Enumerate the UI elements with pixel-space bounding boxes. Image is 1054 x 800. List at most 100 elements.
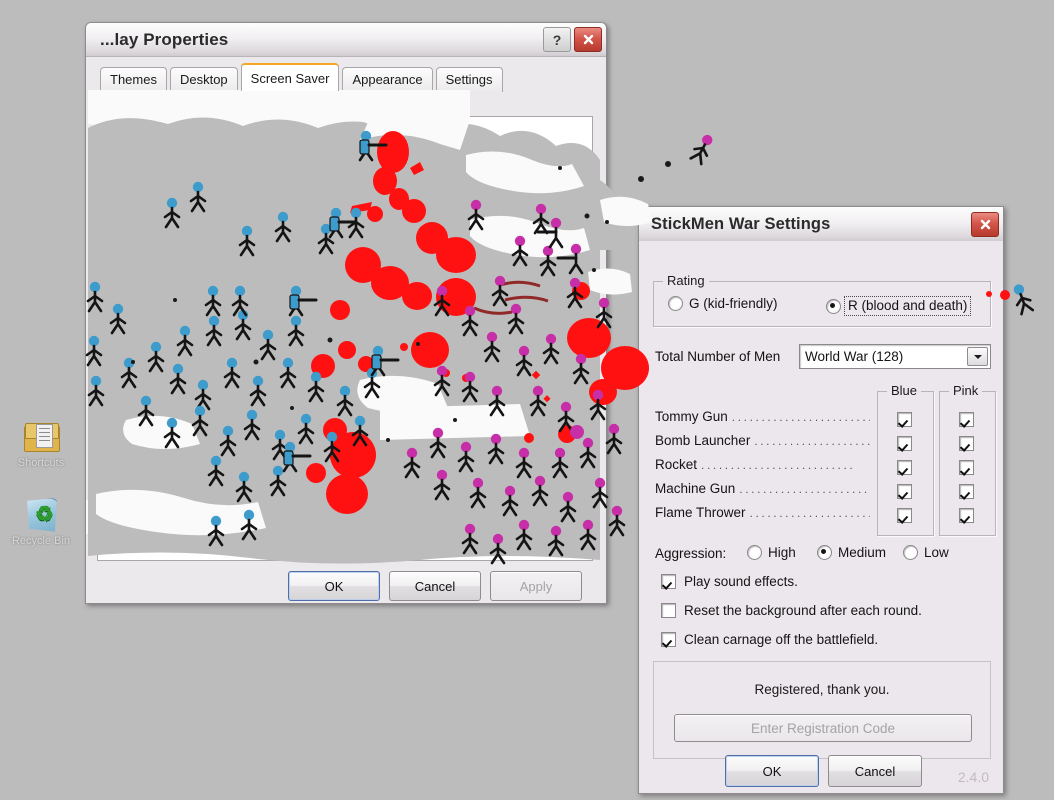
radio-rating-r[interactable]: R (blood and death) (826, 296, 972, 316)
stickmen-dialog-body: Rating G (kid-friendly) R (blood and dea… (639, 241, 1003, 793)
checkbox-pink-tommy-gun[interactable] (959, 412, 974, 427)
enter-registration-code-button: Enter Registration Code (674, 714, 972, 742)
checkbox-label: Play sound effects. (684, 574, 798, 589)
stickmen-titlebar[interactable]: StickMen War Settings (639, 207, 1003, 242)
monitor-power-text-partial: er settings and (226, 467, 312, 482)
radio-label: High (768, 545, 796, 560)
weapon-label: Tommy Gun (655, 409, 728, 424)
cancel-button[interactable]: Cancel (389, 571, 481, 601)
weapon-label: Rocket (655, 457, 698, 472)
radio-dot-icon (668, 296, 683, 311)
checkbox-reset-background[interactable]: Reset the background after each round. (661, 603, 922, 618)
weapon-row: Bomb Launcher .......................... (655, 433, 870, 457)
radio-aggression-high[interactable]: High (747, 545, 796, 560)
radio-rating-g[interactable]: G (kid-friendly) (668, 296, 778, 311)
checkbox-blue-rocket[interactable] (897, 460, 912, 475)
checkbox-pink-flame-thrower[interactable] (959, 508, 974, 523)
power-button[interactable]: Pow (448, 505, 536, 533)
tab-desktop[interactable]: Desktop (169, 67, 238, 92)
tab-appearance[interactable]: Appearance (342, 67, 433, 92)
radio-label: Medium (838, 545, 887, 560)
recycle-bin-icon: ♻ (4, 493, 78, 535)
weapon-label: Flame Thrower (655, 505, 746, 520)
preview-taskbar (233, 290, 457, 306)
folder-icon (4, 415, 78, 457)
preview-monitor (218, 135, 472, 331)
leader-dots: .......................... (731, 410, 870, 424)
checkbox-blue-bomb-launcher[interactable] (897, 436, 912, 451)
radio-dot-icon (817, 545, 832, 560)
weapon-row: Flame Thrower .......................... (655, 505, 870, 529)
desktop-icon-label: Recycle Bin (11, 535, 71, 547)
wait-label-partial: ait (106, 465, 120, 480)
tab-settings[interactable]: Settings (435, 67, 503, 92)
radio-dot-icon (747, 545, 762, 560)
help-button[interactable]: ? (543, 27, 571, 52)
radio-label: R (blood and death) (844, 296, 972, 316)
radio-label: Low (924, 545, 949, 560)
chevron-down-icon[interactable] (967, 347, 988, 366)
checkbox-icon (661, 603, 676, 618)
desktop-icon-area: Shortcuts ♻ Recycle Bin (4, 415, 78, 571)
close-icon[interactable] (971, 211, 999, 237)
ok-button[interactable]: OK (725, 755, 819, 787)
tab-screen-saver[interactable]: Screen Saver (240, 63, 340, 91)
power-label-partial: ower (98, 487, 127, 502)
display-properties-tabs[interactable]: Themes Desktop Screen Saver Appearance S… (86, 57, 606, 92)
checkbox-pink-bomb-launcher[interactable] (959, 436, 974, 451)
radio-dot-icon (903, 545, 918, 560)
checkbox-play-sound-effects[interactable]: Play sound effects. (661, 574, 798, 589)
total-men-value: World War (128) (805, 349, 904, 364)
screen-saver-tab-page: password p er settings and Pow ait ower (97, 116, 593, 561)
checkbox-icon (661, 632, 676, 647)
desktop-icon-recycle-bin[interactable]: ♻ Recycle Bin (4, 493, 78, 547)
leader-dots: .......................... (739, 482, 870, 496)
weapon-row: Machine Gun .......................... (655, 481, 870, 505)
aggression-label: Aggression: (655, 546, 727, 561)
leader-dots: .......................... (754, 434, 870, 448)
radio-aggression-medium[interactable]: Medium (817, 545, 886, 560)
radio-label: G (kid-friendly) (689, 296, 778, 311)
weapon-row: Rocket .......................... (655, 457, 870, 481)
tab-themes[interactable]: Themes (100, 67, 167, 92)
desktop-icon-shortcuts[interactable]: Shortcuts (4, 415, 78, 469)
wait-minutes-input[interactable] (258, 435, 410, 457)
display-properties-window[interactable]: ...lay Properties ? Themes Desktop Scree… (85, 22, 607, 604)
weapon-row: Tommy Gun .......................... (655, 409, 870, 433)
checkbox-label: Reset the background after each round. (684, 603, 922, 618)
leader-dots: .......................... (701, 458, 856, 472)
display-properties-titlebar[interactable]: ...lay Properties ? (86, 23, 606, 57)
total-men-label: Total Number of Men (655, 349, 781, 364)
window-title: ...lay Properties (100, 29, 229, 49)
stickmen-war-settings-window[interactable]: StickMen War Settings Rating G (kid-frie… (638, 206, 1004, 794)
total-men-dropdown[interactable]: World War (128) (799, 344, 991, 369)
radio-aggression-low[interactable]: Low (903, 545, 949, 560)
checkbox-blue-tommy-gun[interactable] (897, 412, 912, 427)
checkbox-icon (661, 574, 676, 589)
preview-screen (232, 147, 458, 307)
checkbox-pink-machine-gun[interactable] (959, 484, 974, 499)
checkbox-blue-flame-thrower[interactable] (897, 508, 912, 523)
checkbox-label: Clean carnage off the battlefield. (684, 632, 879, 647)
pink-column-header: Pink (949, 383, 983, 398)
close-icon[interactable] (574, 27, 602, 52)
weapon-label: Bomb Launcher (655, 433, 751, 448)
desktop-icon-label: Shortcuts (17, 457, 65, 469)
radio-dot-icon (826, 298, 841, 314)
rating-group: Rating G (kid-friendly) R (blood and dea… (653, 273, 991, 327)
display-properties-buttonbar: OK Cancel Apply (86, 571, 606, 605)
cancel-button[interactable]: Cancel (828, 755, 922, 787)
registration-panel: Registered, thank you. Enter Registratio… (653, 661, 991, 759)
registration-message: Registered, thank you. (754, 682, 890, 697)
version-label: 2.4.0 (957, 769, 989, 785)
checkbox-blue-machine-gun[interactable] (897, 484, 912, 499)
checkbox-clean-carnage[interactable]: Clean carnage off the battlefield. (661, 632, 878, 647)
apply-button: Apply (490, 571, 582, 601)
weapon-label: Machine Gun (655, 481, 736, 496)
rating-legend: Rating (663, 273, 709, 288)
blue-column-header: Blue (887, 383, 922, 398)
leader-dots: .......................... (749, 506, 870, 520)
password-label-partial: password p (258, 407, 325, 422)
ok-button[interactable]: OK (288, 571, 380, 601)
checkbox-pink-rocket[interactable] (959, 460, 974, 475)
